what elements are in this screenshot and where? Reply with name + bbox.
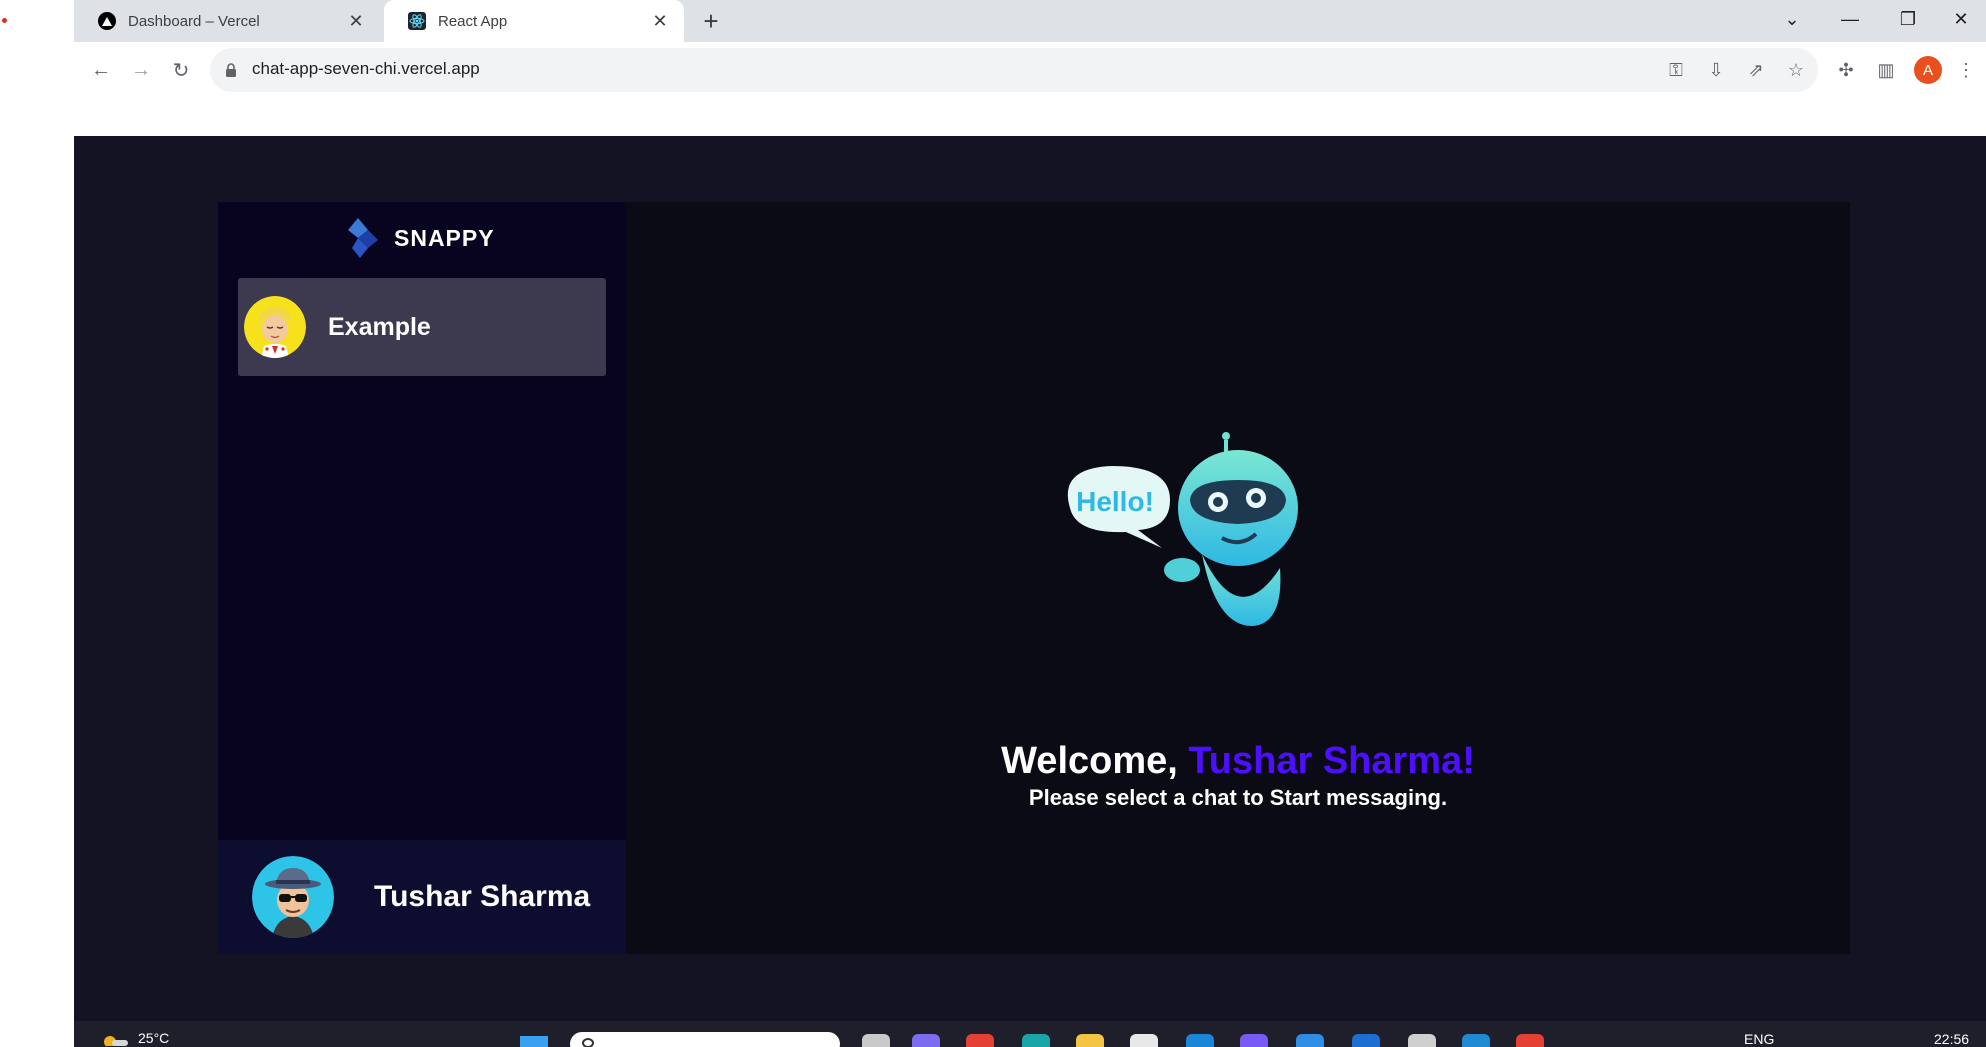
back-icon[interactable]: ← [87,56,115,84]
close-window-button[interactable]: ✕ [1936,4,1986,34]
hello-bubble-text: Hello! [1076,486,1154,517]
welcome-heading: Welcome, Tushar Sharma! [626,740,1850,783]
vercel-icon [98,12,116,30]
weather-temp[interactable]: 25°C [138,1030,169,1046]
clock-time[interactable]: 22:56 [1934,1031,1969,1047]
reload-icon[interactable]: ↻ [167,56,195,84]
menu-kebab-icon[interactable]: ⋮ [1954,58,1978,82]
brand-name: SNAPPY [394,224,495,251]
lock-icon [226,63,236,77]
install-app-icon[interactable]: ⇩ [1704,58,1728,82]
tab-search-chevron-icon[interactable]: ⌄ [1764,4,1820,34]
close-tab-icon[interactable]: ✕ [648,9,672,33]
bookmark-star-icon[interactable]: ☆ [1784,58,1808,82]
forward-icon[interactable]: → [127,56,155,84]
brand: SNAPPY [344,218,495,258]
app-icon[interactable] [1240,1034,1268,1047]
welcome-prefix: Welcome, [1001,740,1178,782]
minimize-button[interactable]: — [1822,4,1878,34]
snappy-logo-icon [348,218,378,258]
tab-react-app[interactable]: React App ✕ [384,0,684,42]
notification-dot [2,18,7,23]
current-user-panel: Tushar Sharma [218,840,626,954]
tab-title: React App [438,12,508,30]
share-icon[interactable]: ⇗ [1744,58,1768,82]
profile-avatar[interactable]: A [1914,56,1942,84]
hat-sunglasses-avatar [252,856,334,938]
tab-title: Dashboard – Vercel [128,12,260,30]
weather-icon[interactable] [102,1032,128,1047]
mail-icon[interactable] [1352,1034,1380,1047]
tab-dashboard-vercel[interactable]: Dashboard – Vercel ✕ [74,0,380,42]
url-text[interactable]: chat-app-seven-chi.vercel.app [252,59,480,79]
side-panel-icon[interactable]: ▥ [1874,58,1898,82]
key-icon[interactable]: ⚿ [1664,58,1688,82]
language-indicator[interactable]: ENG [1744,1031,1774,1047]
close-tab-icon[interactable]: ✕ [344,9,368,33]
welcome-subtitle: Please select a chat to Start messaging. [1028,785,1448,810]
chrome-icon[interactable] [966,1034,994,1047]
vscode-icon[interactable] [1462,1034,1490,1047]
store-icon[interactable] [1130,1034,1158,1047]
extensions-icon[interactable]: ✣ [1834,58,1858,82]
blonde-avatar [244,296,306,358]
react-icon [408,12,426,30]
start-windows-icon[interactable] [520,1036,548,1047]
search-icon [582,1038,594,1047]
browser-app-icon[interactable] [1296,1034,1324,1047]
robot-illustration: Hello! [1067,432,1298,626]
chrome-active-icon[interactable] [1516,1034,1544,1047]
taskbar-search[interactable] [570,1032,840,1047]
file-explorer-icon[interactable] [1076,1034,1104,1047]
task-view-icon[interactable] [862,1034,890,1047]
contact-item[interactable]: Example [238,278,606,376]
edge-icon[interactable] [1022,1034,1050,1047]
contact-name: Example [328,312,431,341]
teams-icon[interactable] [912,1034,940,1047]
current-user-name: Tushar Sharma [374,880,591,913]
restore-button[interactable]: ❐ [1880,4,1936,34]
new-tab-button[interactable]: + [696,6,726,36]
github-icon[interactable] [1408,1034,1436,1047]
todo-icon[interactable] [1186,1034,1214,1047]
welcome-username: Tushar Sharma! [1188,740,1475,782]
